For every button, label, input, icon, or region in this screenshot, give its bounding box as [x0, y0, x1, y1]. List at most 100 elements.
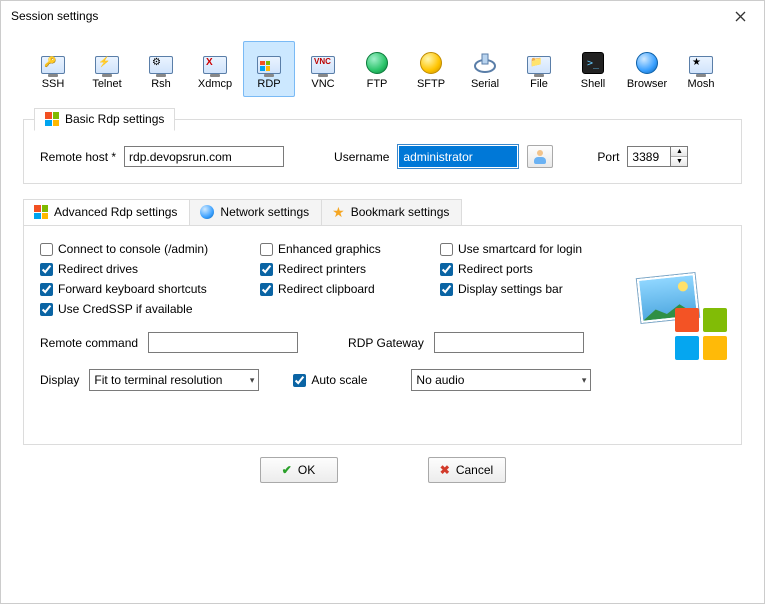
- rdp-mini-icon: [34, 205, 48, 219]
- cancel-label: Cancel: [456, 463, 493, 477]
- type-shell[interactable]: >_ Shell: [567, 41, 619, 97]
- display-label: Display: [40, 373, 79, 387]
- close-button[interactable]: [724, 4, 756, 28]
- telnet-icon: ⚡: [93, 46, 121, 74]
- tab-label: Network settings: [220, 205, 309, 219]
- chk-auto-scale[interactable]: Auto scale: [293, 373, 367, 387]
- vnc-icon: VNC: [309, 46, 337, 74]
- type-label: Serial: [471, 78, 499, 90]
- cancel-button[interactable]: ✖ Cancel: [428, 457, 506, 483]
- rdp-mini-icon: [45, 112, 59, 126]
- type-mosh[interactable]: ★ Mosh: [675, 41, 727, 97]
- tab-label: Bookmark settings: [351, 205, 450, 219]
- port-down[interactable]: ▼: [671, 157, 687, 166]
- credentials-button[interactable]: [527, 145, 553, 168]
- ssh-icon: 🔑: [39, 46, 67, 74]
- star-icon: ★: [332, 205, 345, 219]
- chk-redirect-clipboard[interactable]: Redirect clipboard: [260, 282, 440, 296]
- rdp-gateway-input[interactable]: [434, 332, 584, 353]
- tab-advanced-body: Connect to console (/admin) Enhanced gra…: [23, 225, 742, 445]
- type-label: Telnet: [92, 78, 121, 90]
- shell-icon: >_: [579, 46, 607, 74]
- basic-settings-group: Basic Rdp settings Remote host * Usernam…: [23, 119, 742, 184]
- type-file[interactable]: 📁 File: [513, 41, 565, 97]
- close-icon: [735, 11, 746, 22]
- type-label: Mosh: [688, 78, 715, 90]
- type-label: SSH: [42, 78, 65, 90]
- remote-host-label: Remote host *: [40, 150, 116, 164]
- display-combo-value: Fit to terminal resolution: [94, 373, 222, 387]
- chevron-down-icon: ▾: [250, 375, 255, 386]
- type-label: Xdmcp: [198, 78, 232, 90]
- file-icon: 📁: [525, 46, 553, 74]
- titlebar: Session settings: [1, 1, 764, 31]
- type-vnc[interactable]: VNC VNC: [297, 41, 349, 97]
- tabs: Advanced Rdp settings Network settings ★…: [23, 198, 742, 225]
- tab-advanced[interactable]: Advanced Rdp settings: [23, 199, 190, 226]
- type-serial[interactable]: Serial: [459, 41, 511, 97]
- chk-smartcard[interactable]: Use smartcard for login: [440, 242, 640, 256]
- remote-command-input[interactable]: [148, 332, 298, 353]
- checkbox-grid: Connect to console (/admin) Enhanced gra…: [40, 242, 725, 316]
- port-spinner[interactable]: ▲ ▼: [627, 146, 688, 167]
- chk-connect-console[interactable]: Connect to console (/admin): [40, 242, 260, 256]
- ok-button[interactable]: ✔ OK: [260, 457, 338, 483]
- type-label: VNC: [311, 78, 334, 90]
- type-rdp[interactable]: RDP: [243, 41, 295, 97]
- type-label: FTP: [367, 78, 388, 90]
- username-input-wrap: [397, 144, 519, 169]
- rdp-icon: [255, 46, 283, 74]
- basic-legend: Basic Rdp settings: [34, 108, 175, 131]
- dialog-buttons: ✔ OK ✖ Cancel: [1, 457, 764, 483]
- advanced-section: Advanced Rdp settings Network settings ★…: [23, 198, 742, 445]
- chk-enhanced-graphics[interactable]: Enhanced graphics: [260, 242, 440, 256]
- xdmcp-icon: X: [201, 46, 229, 74]
- type-sftp[interactable]: SFTP: [405, 41, 457, 97]
- rdp-decor-icon: [637, 274, 727, 360]
- session-type-strip: 🔑 SSH ⚡ Telnet ⚙ Rsh X Xdmcp RDP VNC VNC…: [1, 31, 764, 113]
- chk-forward-keyboard[interactable]: Forward keyboard shortcuts: [40, 282, 260, 296]
- rsh-icon: ⚙: [147, 46, 175, 74]
- type-label: Rsh: [151, 78, 171, 90]
- rdp-gateway-label: RDP Gateway: [348, 336, 424, 350]
- globe-icon: [200, 205, 214, 219]
- type-label: Shell: [581, 78, 605, 90]
- port-up[interactable]: ▲: [671, 147, 687, 157]
- check-icon: ✔: [282, 463, 292, 477]
- type-rsh[interactable]: ⚙ Rsh: [135, 41, 187, 97]
- display-combo[interactable]: Fit to terminal resolution ▾: [89, 369, 259, 391]
- type-ftp[interactable]: FTP: [351, 41, 403, 97]
- chk-redirect-ports[interactable]: Redirect ports: [440, 262, 640, 276]
- type-browser[interactable]: Browser: [621, 41, 673, 97]
- chevron-down-icon: ▾: [582, 375, 587, 386]
- type-ssh[interactable]: 🔑 SSH: [27, 41, 79, 97]
- basic-legend-text: Basic Rdp settings: [65, 112, 164, 126]
- people-icon: [532, 150, 548, 164]
- port-input[interactable]: [627, 146, 671, 167]
- window-title: Session settings: [11, 9, 98, 23]
- type-telnet[interactable]: ⚡ Telnet: [81, 41, 133, 97]
- username-label: Username: [334, 150, 389, 164]
- remote-host-input[interactable]: [124, 146, 284, 167]
- audio-combo[interactable]: No audio ▾: [411, 369, 591, 391]
- username-input[interactable]: [399, 146, 517, 167]
- cross-icon: ✖: [440, 463, 450, 477]
- type-label: SFTP: [417, 78, 445, 90]
- tab-bookmark[interactable]: ★ Bookmark settings: [322, 199, 462, 226]
- audio-combo-value: No audio: [416, 373, 464, 387]
- chk-redirect-printers[interactable]: Redirect printers: [260, 262, 440, 276]
- serial-icon: [471, 46, 499, 74]
- remote-command-label: Remote command: [40, 336, 138, 350]
- type-label: RDP: [257, 78, 280, 90]
- tab-network[interactable]: Network settings: [190, 199, 322, 226]
- sftp-icon: [417, 46, 445, 74]
- type-xdmcp[interactable]: X Xdmcp: [189, 41, 241, 97]
- chk-redirect-drives[interactable]: Redirect drives: [40, 262, 260, 276]
- chk-use-credssp[interactable]: Use CredSSP if available: [40, 302, 260, 316]
- chk-display-settings-bar[interactable]: Display settings bar: [440, 282, 640, 296]
- type-label: Browser: [627, 78, 667, 90]
- port-label: Port: [597, 150, 619, 164]
- type-label: File: [530, 78, 548, 90]
- browser-icon: [633, 46, 661, 74]
- mosh-icon: ★: [687, 46, 715, 74]
